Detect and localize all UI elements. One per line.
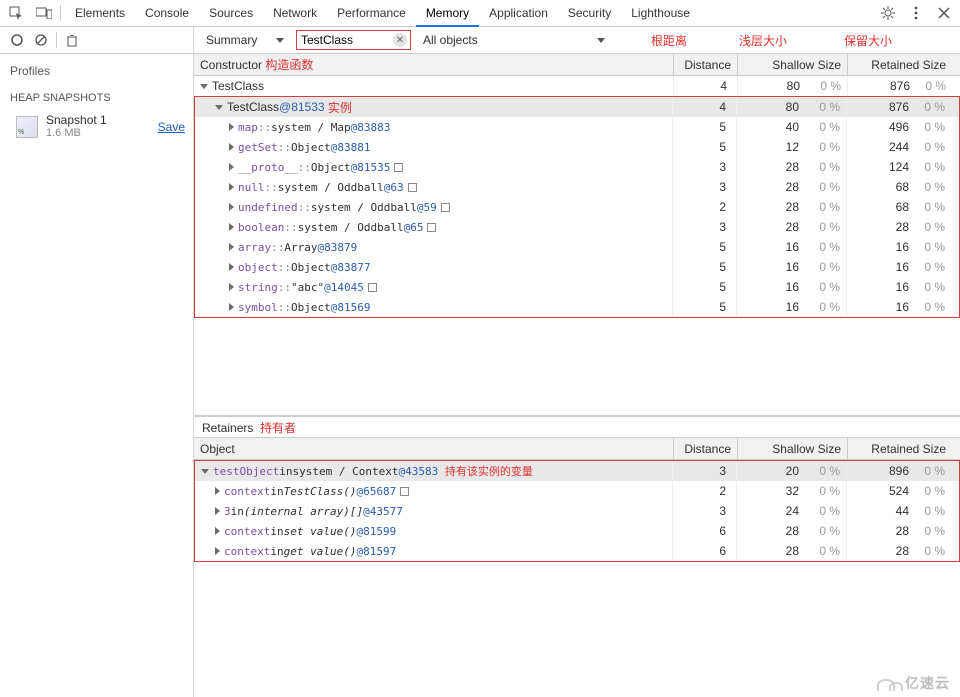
settings-icon[interactable] [876, 1, 900, 25]
profiles-sidebar: Profiles HEAP SNAPSHOTS % Snapshot 1 1.6… [0, 54, 194, 697]
retainer-row[interactable]: context in set value() @815996280 %280 % [195, 521, 959, 541]
link-icon [427, 223, 436, 232]
devtools-top-tabs: ElementsConsoleSourcesNetworkPerformance… [0, 0, 960, 27]
snapshot-save-link[interactable]: Save [158, 120, 185, 134]
expand-icon[interactable] [229, 263, 234, 271]
tab-memory[interactable]: Memory [416, 0, 479, 27]
expand-icon[interactable] [215, 507, 220, 515]
col-constructor[interactable]: Constructor 构造函数 [194, 54, 674, 75]
annotation-instance: 实例 [328, 99, 352, 116]
rcol-retained[interactable]: Retained Size [848, 438, 960, 459]
snapshot-size: 1.6 MB [46, 127, 154, 140]
watermark: 亿速云 [877, 673, 950, 693]
col-retained[interactable]: Retained Size [848, 54, 960, 75]
annotation-constructor: 构造函数 [265, 56, 313, 73]
class-filter-input-wrap[interactable]: ✕ [296, 30, 411, 50]
expand-icon[interactable] [229, 123, 234, 131]
chevron-down-icon [276, 38, 284, 43]
inspect-icon[interactable] [4, 1, 28, 25]
tab-network[interactable]: Network [263, 0, 327, 27]
expand-icon[interactable] [229, 183, 234, 191]
snapshot-name: Snapshot 1 [46, 114, 154, 127]
retainer-row[interactable]: context in TestClass() @656872320 %5240 … [195, 481, 959, 501]
col-shallow[interactable]: Shallow Size [738, 54, 848, 75]
constructor-row-child[interactable]: array :: Array @838795160 %160 % [195, 237, 959, 257]
constructor-row-root[interactable]: TestClass 4 800 % 8760 % [194, 76, 960, 96]
annotation-retainers: 持有者 [260, 421, 296, 435]
tab-sources[interactable]: Sources [199, 0, 263, 27]
link-icon [441, 203, 450, 212]
constructor-row-child[interactable]: string :: "abc" @140455160 %160 % [195, 277, 959, 297]
retainer-row[interactable]: context in get value() @815976280 %280 % [195, 541, 959, 561]
snapshot-item[interactable]: % Snapshot 1 1.6 MB Save [0, 110, 193, 144]
expand-icon[interactable] [200, 84, 208, 89]
link-icon [408, 183, 417, 192]
tab-elements[interactable]: Elements [65, 0, 135, 27]
retainers-title: Retainers 持有者 [194, 416, 960, 438]
link-icon [394, 163, 403, 172]
tab-application[interactable]: Application [479, 0, 558, 27]
col-distance[interactable]: Distance [674, 54, 738, 75]
expand-icon[interactable] [229, 223, 234, 231]
expand-icon[interactable] [215, 105, 223, 110]
constructor-row-child[interactable]: getSet :: Object @838815120 %2440 % [195, 137, 959, 157]
clear-filter-icon[interactable]: ✕ [393, 33, 407, 47]
constructor-row-child[interactable]: map :: system / Map @838835400 %4960 % [195, 117, 959, 137]
expand-icon[interactable] [215, 527, 220, 535]
expand-icon[interactable] [229, 163, 234, 171]
constructor-row-child[interactable]: object :: Object @838775160 %160 % [195, 257, 959, 277]
constructor-row-child[interactable]: boolean :: system / Oddball @653280 %280… [195, 217, 959, 237]
annotation-distance: 根距离 [651, 32, 687, 49]
device-toggle-icon[interactable] [32, 1, 56, 25]
view-dropdown[interactable]: Summary [202, 31, 288, 50]
annotation-owner-var: 持有该实例的变量 [445, 463, 533, 479]
constructor-row-instance[interactable]: TestClass @81533 实例 4 800 % 8760 % [195, 97, 959, 117]
expand-icon[interactable] [229, 243, 234, 251]
record-icon[interactable] [8, 31, 26, 49]
clear-icon[interactable] [32, 31, 50, 49]
more-icon[interactable] [904, 1, 928, 25]
link-icon [368, 283, 377, 292]
retainers-header: Object Distance Shallow Size Retained Si… [194, 438, 960, 460]
expand-icon[interactable] [229, 143, 234, 151]
rcol-distance[interactable]: Distance [674, 438, 738, 459]
expand-icon[interactable] [215, 487, 220, 495]
constructor-row-child[interactable]: null :: system / Oddball @633280 %680 % [195, 177, 959, 197]
close-devtools-icon[interactable] [932, 1, 956, 25]
retainer-row[interactable]: 3 in (internal array)[] @435773240 %440 … [195, 501, 959, 521]
constructors-header: Constructor 构造函数 Distance Shallow Size R… [194, 54, 960, 76]
view-dropdown-label: Summary [206, 33, 257, 47]
expand-icon[interactable] [229, 303, 234, 311]
expand-icon[interactable] [229, 203, 234, 211]
rcol-shallow[interactable]: Shallow Size [738, 438, 848, 459]
annotation-retained: 保留大小 [844, 32, 892, 49]
constructor-row-child[interactable]: __proto__ :: Object @815353280 %1240 % [195, 157, 959, 177]
link-icon [400, 487, 409, 496]
expand-icon[interactable] [215, 547, 220, 555]
expand-icon[interactable] [201, 469, 209, 474]
profiles-heading: Profiles [0, 54, 193, 86]
objects-dropdown[interactable]: All objects [419, 31, 609, 50]
expand-icon[interactable] [229, 283, 234, 291]
constructor-row-child[interactable]: undefined :: system / Oddball @592280 %6… [195, 197, 959, 217]
memory-toolbar: Summary ✕ All objects 根距离 浅层大小 保留大小 [0, 27, 960, 54]
chevron-down-icon [597, 38, 605, 43]
rcol-object[interactable]: Object [194, 438, 674, 459]
cloud-icon [877, 675, 901, 691]
tab-console[interactable]: Console [135, 0, 199, 27]
tab-performance[interactable]: Performance [327, 0, 416, 27]
tab-lighthouse[interactable]: Lighthouse [621, 0, 700, 27]
snapshot-icon: % [16, 116, 38, 138]
retainer-row-selected[interactable]: testObject in system / Context @43583 持有… [195, 461, 959, 481]
annotation-shallow: 浅层大小 [739, 32, 787, 49]
objects-dropdown-label: All objects [423, 33, 478, 47]
class-filter-input[interactable] [301, 33, 406, 47]
heap-snapshots-category: HEAP SNAPSHOTS [0, 86, 193, 110]
constructor-row-child[interactable]: symbol :: Object @815695160 %160 % [195, 297, 959, 317]
tab-security[interactable]: Security [558, 0, 621, 27]
delete-icon[interactable] [63, 31, 81, 49]
